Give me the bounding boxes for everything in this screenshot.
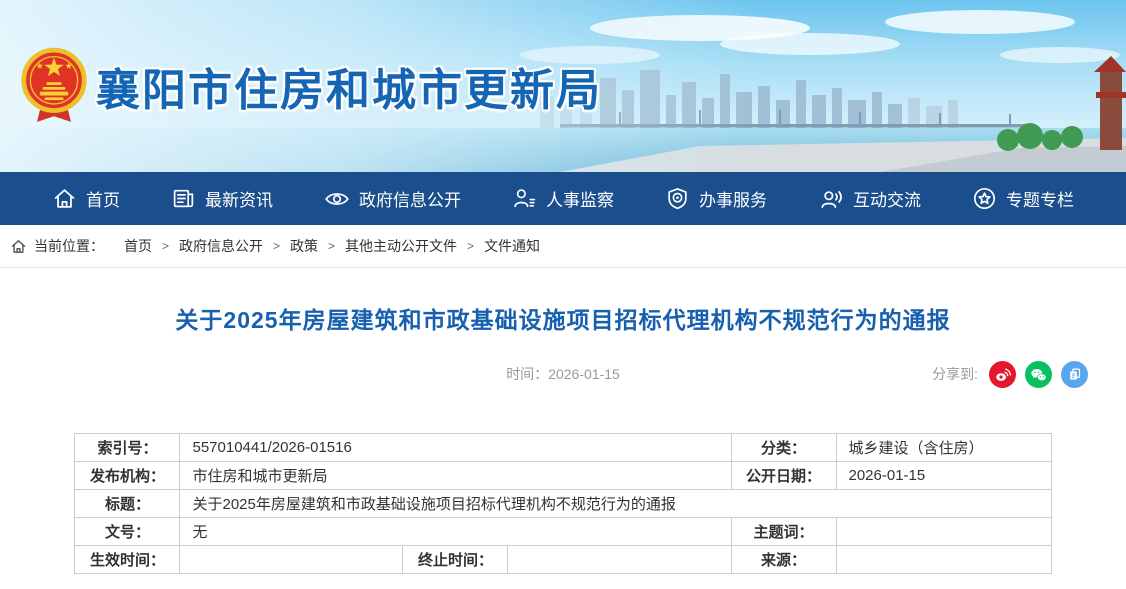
nav-item-label: 互动交流	[853, 186, 921, 211]
expiry-date-value	[508, 546, 731, 574]
effective-date-label: 生效时间：	[75, 546, 180, 574]
share-bar: 分享到:	[932, 360, 1088, 388]
nav-item-label: 人事监察	[546, 186, 614, 211]
breadcrumb-home-icon	[10, 238, 27, 255]
time-value: 2026-01-15	[548, 366, 620, 382]
document-meta-table: 索引号： 557010441/2026-01516 分类： 城乡建设（含住房） …	[74, 433, 1051, 574]
index-number-value: 557010441/2026-01516	[180, 434, 731, 462]
nav-item-home[interactable]: 首页	[52, 186, 120, 211]
copy-icon	[1066, 365, 1084, 383]
breadcrumb-item-document-notice[interactable]: 文件通知	[484, 236, 540, 256]
nav-item-label: 办事服务	[699, 186, 767, 211]
breadcrumb-separator: >	[273, 239, 280, 253]
nav-item-gov-info[interactable]: 政府信息公开	[324, 186, 461, 212]
table-row: 发布机构： 市住房和城市更新局 公开日期： 2026-01-15	[75, 462, 1051, 490]
time-label: 时间：	[506, 366, 548, 382]
main-nav: 首页 最新资讯 政府信息公开 人事监察	[0, 172, 1126, 225]
expiry-date-label: 终止时间：	[403, 546, 508, 574]
table-row: 索引号： 557010441/2026-01516 分类： 城乡建设（含住房）	[75, 434, 1051, 462]
breadcrumb-item-other-public-docs[interactable]: 其他主动公开文件	[345, 236, 457, 256]
share-label: 分享到:	[932, 364, 978, 384]
keywords-label: 主题词：	[731, 518, 836, 546]
effective-date-value	[180, 546, 403, 574]
nav-item-services[interactable]: 办事服务	[665, 186, 767, 211]
home-icon	[52, 186, 77, 211]
site-title: 襄阳市住房和城市更新局	[96, 54, 602, 118]
publish-date-label: 公开日期：	[731, 462, 836, 490]
eye-icon	[324, 186, 350, 212]
nav-item-news[interactable]: 最新资讯	[171, 186, 273, 211]
breadcrumb-item-home[interactable]: 首页	[124, 236, 152, 256]
breadcrumb-label: 当前位置：	[34, 236, 104, 256]
breadcrumb-item-gov-info[interactable]: 政府信息公开	[179, 236, 263, 256]
nav-item-label: 最新资讯	[205, 186, 273, 211]
site-banner: 襄阳市住房和城市更新局	[0, 0, 1126, 172]
weibo-share-button[interactable]	[989, 361, 1016, 388]
source-value	[836, 546, 1051, 574]
category-value: 城乡建设（含住房）	[836, 434, 1051, 462]
nav-item-interaction[interactable]: 互动交流	[818, 186, 921, 212]
nav-item-label: 政府信息公开	[359, 186, 461, 211]
index-number-label: 索引号：	[75, 434, 180, 462]
doc-number-value: 无	[180, 518, 731, 546]
nav-item-personnel[interactable]: 人事监察	[512, 186, 614, 211]
publish-date-value: 2026-01-15	[836, 462, 1051, 490]
wechat-share-button[interactable]	[1025, 361, 1052, 388]
shield-icon	[665, 186, 690, 211]
nav-item-label: 专题专栏	[1006, 186, 1074, 211]
wechat-icon	[1029, 365, 1048, 384]
breadcrumb-separator: >	[328, 239, 335, 253]
copy-share-button[interactable]	[1061, 361, 1088, 388]
article-content: 关于2025年房屋建筑和市政基础设施项目招标代理机构不规范行为的通报 时间：20…	[0, 268, 1126, 574]
table-row: 文号： 无 主题词：	[75, 518, 1051, 546]
table-row: 标题： 关于2025年房屋建筑和市政基础设施项目招标代理机构不规范行为的通报	[75, 490, 1051, 518]
breadcrumb-item-policy[interactable]: 政策	[290, 236, 318, 256]
nav-item-special-columns[interactable]: 专题专栏	[972, 186, 1074, 211]
source-label: 来源：	[731, 546, 836, 574]
table-row: 生效时间： 终止时间： 来源：	[75, 546, 1051, 574]
breadcrumb: 当前位置： 首页 > 政府信息公开 > 政策 > 其他主动公开文件 > 文件通知	[0, 225, 1126, 268]
doc-number-label: 文号：	[75, 518, 180, 546]
chat-icon	[818, 186, 844, 212]
category-label: 分类：	[731, 434, 836, 462]
agency-label: 发布机构：	[75, 462, 180, 490]
weibo-icon	[993, 365, 1012, 384]
doc-title-label: 标题：	[75, 490, 180, 518]
nav-item-label: 首页	[86, 186, 120, 211]
site-brand: 襄阳市住房和城市更新局	[20, 42, 602, 130]
star-icon	[972, 186, 997, 211]
breadcrumb-separator: >	[467, 239, 474, 253]
breadcrumb-separator: >	[162, 239, 169, 253]
keywords-value	[836, 518, 1051, 546]
person-icon	[512, 186, 537, 211]
news-icon	[171, 186, 196, 211]
page-title: 关于2025年房屋建筑和市政基础设施项目招标代理机构不规范行为的通报	[0, 301, 1126, 335]
doc-title-value: 关于2025年房屋建筑和市政基础设施项目招标代理机构不规范行为的通报	[180, 490, 1051, 518]
page: 襄阳市住房和城市更新局 首页 最新资讯 政府信息公开	[0, 0, 1126, 589]
agency-value: 市住房和城市更新局	[180, 462, 731, 490]
national-emblem-icon	[20, 42, 88, 130]
article-meta-row: 时间：2026-01-15 分享到:	[0, 360, 1126, 388]
